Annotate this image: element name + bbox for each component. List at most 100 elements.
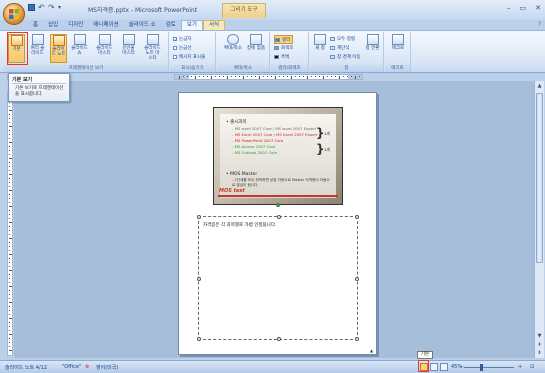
language-status[interactable]: 영어(미국) xyxy=(96,364,118,371)
tab-design[interactable]: 디자인 xyxy=(63,20,88,30)
vertical-scrollbar[interactable]: ▲ ▼ ⇞ ⇟ xyxy=(534,81,544,358)
ruler-tick xyxy=(9,142,12,143)
slide-line-word: - MS word 2007 Core / MS word 2007 Exper… xyxy=(232,126,317,131)
resize-handle-br[interactable] xyxy=(355,337,359,341)
tab-view[interactable]: 보기 xyxy=(180,20,203,30)
fit-window-button[interactable]: 창에 맞춤 xyxy=(247,34,265,63)
status-slideshow-view-button[interactable] xyxy=(440,363,448,371)
ruler-tick xyxy=(255,76,256,77)
vertical-ruler[interactable] xyxy=(7,91,13,356)
ruler-tick xyxy=(9,110,12,111)
notes-page-icon xyxy=(52,35,65,46)
ruler-tick xyxy=(9,342,10,343)
ruler-tick xyxy=(9,126,12,127)
notes-placeholder[interactable] xyxy=(197,215,359,341)
gridlines-checkbox[interactable] xyxy=(173,45,177,50)
fit-slide-icon[interactable]: ⊡ xyxy=(530,364,534,370)
close-button[interactable]: ✕ xyxy=(535,4,541,12)
message-bar-checkbox-row[interactable]: 메시지 표시줄 xyxy=(173,53,205,60)
tab-review[interactable]: 검토 xyxy=(161,20,181,30)
arrange-all-button[interactable]: 모두 정렬 xyxy=(330,35,355,42)
ruler-tick xyxy=(9,282,10,283)
slide-thumbnail[interactable]: • 출시과목 - MS word 2007 Core / MS word 200… xyxy=(213,107,343,205)
switch-window-button[interactable]: 창 전환 xyxy=(364,34,381,63)
rotation-handle[interactable] xyxy=(276,203,280,207)
handout-master-button[interactable]: 유인물 마스터 xyxy=(120,34,137,63)
next-slide-icon[interactable]: ⇟ xyxy=(536,349,543,357)
tab-insert[interactable]: 삽입 xyxy=(43,20,63,30)
ruler-tick xyxy=(307,76,308,79)
scroll-thumb[interactable] xyxy=(536,93,543,263)
previous-slide-icon[interactable]: ⇞ xyxy=(536,341,543,349)
notes-master-button[interactable]: 슬라이드 노트 마스터 xyxy=(144,34,161,63)
resize-handle-b[interactable] xyxy=(277,337,281,341)
resize-handle-tr[interactable] xyxy=(355,215,359,219)
view-slide-sorter-button[interactable]: 여러 슬라이드 xyxy=(29,34,46,63)
status-sorter-view-button[interactable] xyxy=(430,363,438,371)
resize-handle-l[interactable] xyxy=(197,277,201,281)
ruler-tick xyxy=(195,76,196,79)
slide-master-button[interactable]: 슬라이드 마스터 xyxy=(96,34,113,63)
macro-button[interactable]: 매크로 xyxy=(389,34,407,63)
resize-handle-tl[interactable] xyxy=(197,215,201,219)
group-color: 컬러 회색조 흑백 컬러/회색조 xyxy=(271,32,309,72)
scroll-up-icon[interactable]: ▲ xyxy=(536,82,543,90)
move-split-button[interactable]: 창 경계 이동 xyxy=(330,53,361,60)
minimize-button[interactable]: – xyxy=(507,4,511,12)
ruler-tick xyxy=(9,262,10,263)
title-bar: ↶ ↷ ▾ MS자격증.pptx - Microsoft PowerPoint … xyxy=(0,0,545,25)
redo-icon[interactable]: ↷ xyxy=(48,4,55,12)
resize-handle-bl[interactable] xyxy=(197,337,201,341)
spellcheck-icon[interactable]: ⊗ xyxy=(85,364,89,370)
color-button[interactable]: 컬러 xyxy=(274,35,294,44)
ruler-tick xyxy=(9,314,10,315)
undo-icon[interactable]: ↶ xyxy=(38,4,45,12)
ruler-tick xyxy=(9,274,10,275)
zoom-in-icon[interactable]: + xyxy=(518,364,522,370)
ruler-tick xyxy=(323,76,324,79)
resize-handle-r[interactable] xyxy=(355,277,359,281)
save-icon[interactable] xyxy=(28,4,35,11)
horizontal-ruler[interactable] xyxy=(174,74,363,80)
tab-home[interactable]: 홈 xyxy=(28,20,43,30)
brace-label-1: 1과 xyxy=(324,131,330,136)
tab-format[interactable]: 서식 xyxy=(203,20,226,30)
ruler-tick xyxy=(9,150,10,151)
scroll-down-icon[interactable]: ▼ xyxy=(536,332,543,340)
zoom-slider-knob[interactable] xyxy=(480,364,483,371)
message-bar-checkbox[interactable] xyxy=(173,54,177,59)
resize-handle-t[interactable] xyxy=(277,215,281,219)
ruler-tick xyxy=(9,246,10,247)
zoom-label: 확대/축소 xyxy=(223,46,243,51)
tab-animation[interactable]: 애니메이션 xyxy=(88,20,123,30)
maximize-button[interactable]: ▭ xyxy=(520,4,527,12)
zoom-button[interactable]: 확대/축소 xyxy=(223,34,243,63)
ruler-tick xyxy=(9,242,10,243)
view-notes-page-button[interactable]: 슬라이드 노트 xyxy=(50,34,67,63)
ruler-tick xyxy=(9,222,12,223)
grayscale-button[interactable]: 회색조 xyxy=(274,44,293,51)
customize-qat-icon[interactable]: ▾ xyxy=(58,4,65,11)
normal-view-tooltip: 기본 보기 기본 보기로 프레젠테이션을 표시합니다. xyxy=(8,73,70,102)
normal-view-highlight xyxy=(7,32,28,65)
window-controls: – ▭ ✕ xyxy=(507,4,541,12)
slide-heading: • 출시과목 xyxy=(226,120,247,125)
new-window-button[interactable]: 새 창 xyxy=(312,34,328,63)
group-presentation-views: 기본 여러 슬라이드 슬라이드 노트 슬라이드 쇼 슬라이드 마스터 유인물 마… xyxy=(4,32,169,72)
ruler-tick xyxy=(211,76,212,79)
zoom-slider-track[interactable] xyxy=(464,367,514,368)
tab-slideshow[interactable]: 슬라이드 쇼 xyxy=(124,20,161,30)
ruler-tick xyxy=(215,76,216,77)
ruler-checkbox-row[interactable]: ✓ 눈금자 xyxy=(173,35,191,42)
view-slideshow-button[interactable]: 슬라이드 쇼 xyxy=(71,34,88,63)
cascade-button[interactable]: 계단식 xyxy=(330,44,349,51)
help-icon[interactable]: ? xyxy=(538,21,541,28)
black-white-button[interactable]: 흑백 xyxy=(274,53,289,60)
notes-text[interactable]: 자격증은 각 과목별로 가볍 인정됩니다. xyxy=(203,222,276,228)
ruler-tick xyxy=(9,154,10,155)
ruler-checkbox[interactable]: ✓ xyxy=(173,36,177,41)
gridlines-checkbox-row[interactable]: 눈금선 xyxy=(173,44,191,51)
slide-line-access: - MS Access 2007 Core xyxy=(232,144,276,149)
office-button[interactable] xyxy=(3,3,25,25)
ruler-tick xyxy=(187,76,188,77)
